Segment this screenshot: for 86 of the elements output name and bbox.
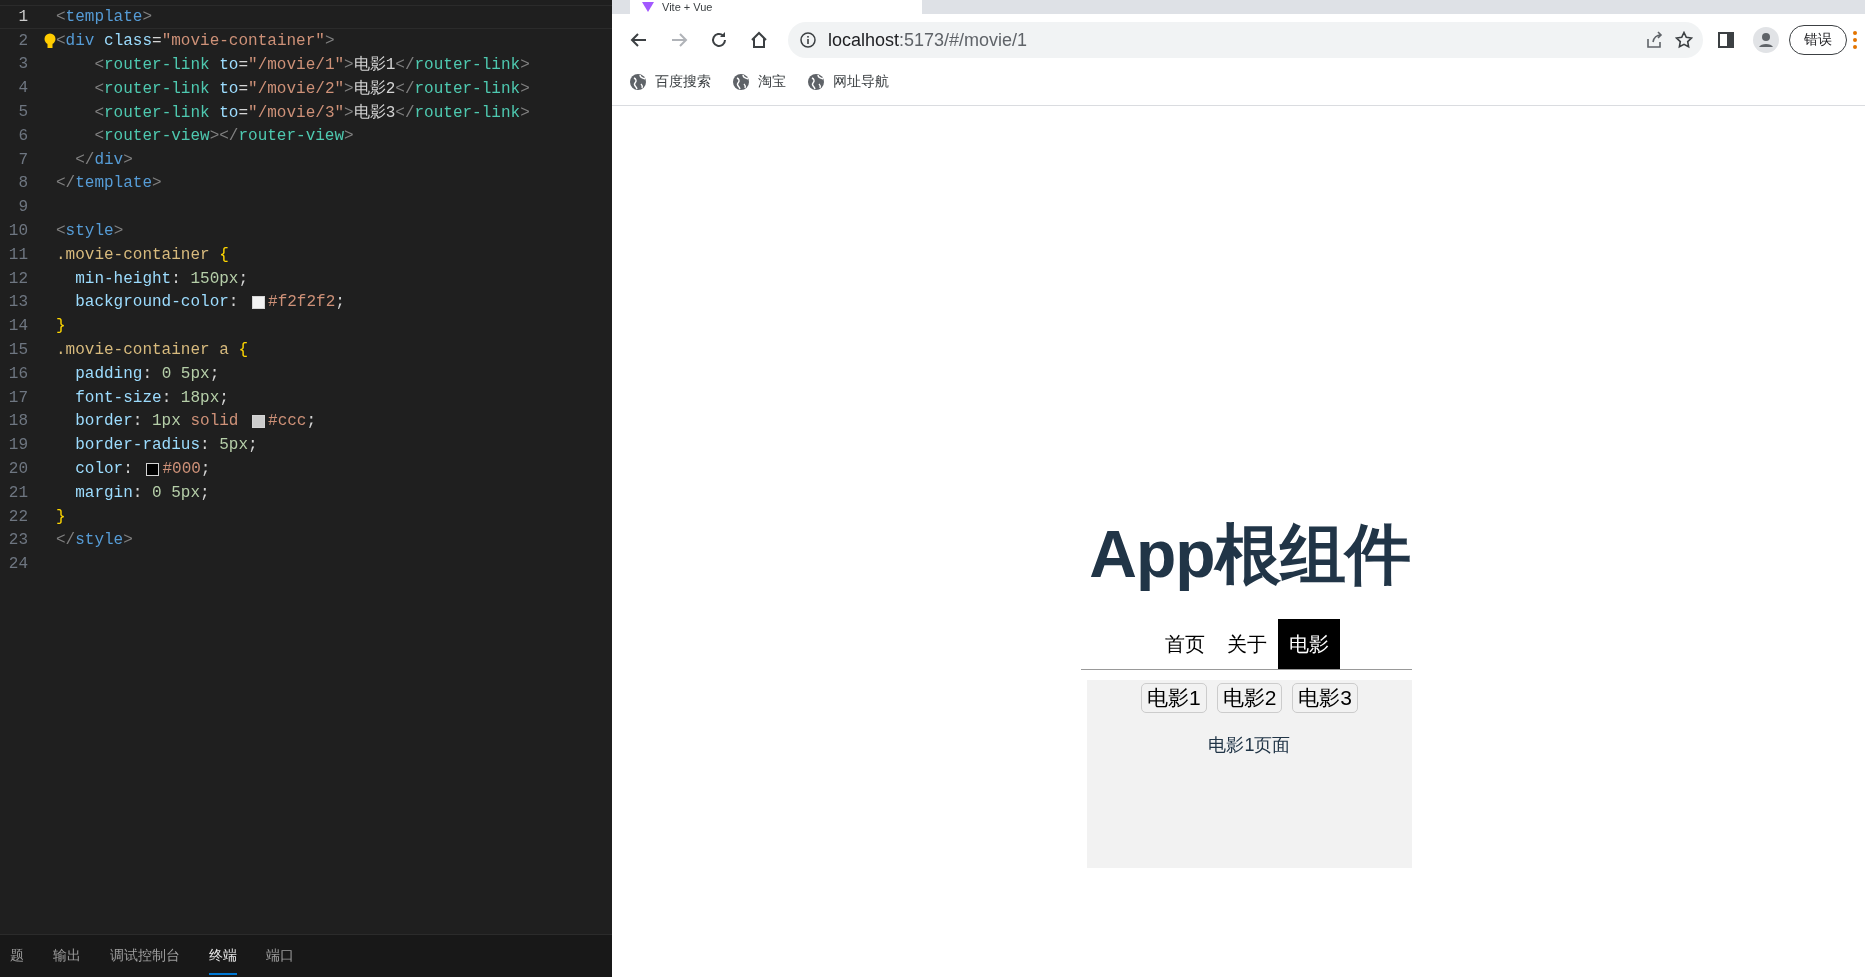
panel-tab[interactable]: 调试控制台	[110, 937, 180, 975]
movie-link[interactable]: 电影3	[1292, 683, 1359, 713]
code-text: }	[56, 507, 66, 526]
code-text: padding: 0 5px;	[74, 364, 220, 383]
code-text: </div>	[74, 150, 133, 169]
line-number: 8	[17, 174, 28, 193]
code-text: .movie-container {	[56, 245, 229, 264]
code-text: <router-link to="/movie/1">电影1</router-link>	[93, 55, 530, 75]
line-number: 24	[7, 555, 28, 574]
tab-title: Vite + Vue	[662, 1, 713, 13]
code-text: #000;	[162, 460, 211, 479]
bookmark-link[interactable]: 百度搜索	[655, 73, 711, 91]
line-number: 3	[17, 55, 28, 74]
line-number: 4	[17, 79, 28, 98]
line-number: 19	[7, 436, 28, 455]
line-number: 2	[17, 31, 28, 50]
url-text: localhost:5173/#/movie/1	[828, 29, 1029, 51]
globe-icon[interactable]	[808, 74, 824, 90]
star-icon[interactable]	[1675, 31, 1693, 49]
page-heading: App根组件	[1088, 516, 1411, 593]
code-text: <div class="movie-container">	[56, 31, 335, 50]
browser-tab[interactable]: Vite + Vue	[630, 0, 922, 14]
code-text: <router-link to="/movie/3">电影3</router-link>	[93, 102, 530, 123]
code-text: margin: 0 5px;	[74, 483, 210, 502]
error-button[interactable]: 错误	[1789, 25, 1847, 55]
code-text: #f2f2f2;	[268, 293, 345, 312]
share-icon[interactable]	[1645, 31, 1663, 49]
page-content-text: 电影1页面	[1208, 734, 1291, 757]
vite-logo-icon	[642, 2, 654, 12]
line-number: 23	[7, 531, 28, 550]
line-number: 21	[7, 483, 28, 502]
home-icon[interactable]	[749, 30, 769, 50]
panel-tab[interactable]: 输出	[53, 937, 81, 975]
color-swatch-icon[interactable]	[146, 462, 160, 476]
line-number: 16	[7, 364, 28, 383]
code-text: <router-link to="/movie/2">电影2</router-link>	[93, 78, 530, 99]
code-text: font-size: 18px;	[74, 388, 229, 407]
code-text: }	[56, 317, 66, 336]
movie-link[interactable]: 电影1	[1140, 683, 1207, 713]
code-text: <router-view></router-view>	[93, 126, 354, 145]
code-text: .movie-container a {	[56, 341, 249, 360]
globe-icon[interactable]	[630, 74, 646, 90]
lightbulb-icon[interactable]	[44, 32, 56, 49]
panel-tab[interactable]: 端口	[266, 937, 294, 975]
nav-link[interactable]: 关于	[1215, 619, 1278, 669]
line-number: 15	[7, 341, 28, 360]
code-text: border: 1px solid	[74, 412, 240, 431]
line-number: 5	[17, 103, 28, 122]
code-text: min-height: 150px;	[74, 269, 249, 288]
code-text: </template>	[56, 174, 162, 193]
line-number: 1	[17, 7, 28, 26]
line-number: 17	[7, 388, 28, 407]
panel-tab[interactable]: 终端	[209, 937, 237, 975]
nav-link[interactable]: 首页	[1153, 619, 1216, 669]
address-bar[interactable]: localhost:5173/#/movie/1	[788, 22, 1703, 58]
globe-icon[interactable]	[733, 74, 749, 90]
code-text: border-radius: 5px;	[74, 436, 258, 455]
color-swatch-icon[interactable]	[252, 295, 266, 309]
bookmark-link[interactable]: 网址导航	[833, 73, 889, 91]
line-number: 10	[7, 222, 28, 241]
line-number: 22	[7, 507, 28, 526]
line-number: 20	[7, 460, 28, 479]
code-text: <style>	[56, 222, 124, 241]
line-number: 9	[17, 198, 28, 217]
avatar-icon[interactable]	[1753, 27, 1779, 53]
panel-tab[interactable]: 题	[10, 937, 24, 975]
line-number: 11	[7, 245, 28, 264]
side-panel-icon[interactable]	[1716, 30, 1736, 50]
code-text: <template>	[56, 7, 153, 26]
code-text: </style>	[56, 531, 133, 550]
bookmark-link[interactable]: 淘宝	[758, 73, 786, 91]
line-number: 18	[7, 412, 28, 431]
line-number: 7	[17, 150, 28, 169]
movie-link[interactable]: 电影2	[1216, 683, 1283, 713]
code-text: color:	[74, 460, 134, 479]
nav-link[interactable]: 电影	[1277, 619, 1340, 669]
code-text: #ccc;	[268, 412, 317, 431]
info-icon[interactable]	[800, 32, 816, 48]
line-number: 14	[7, 317, 28, 336]
menu-dots-icon[interactable]	[1853, 31, 1857, 49]
code-text: background-color:	[74, 293, 240, 312]
line-number: 12	[7, 269, 28, 288]
reload-icon[interactable]	[709, 30, 729, 50]
line-number: 13	[7, 293, 28, 312]
color-swatch-icon[interactable]	[252, 414, 266, 428]
line-number: 6	[17, 126, 28, 145]
